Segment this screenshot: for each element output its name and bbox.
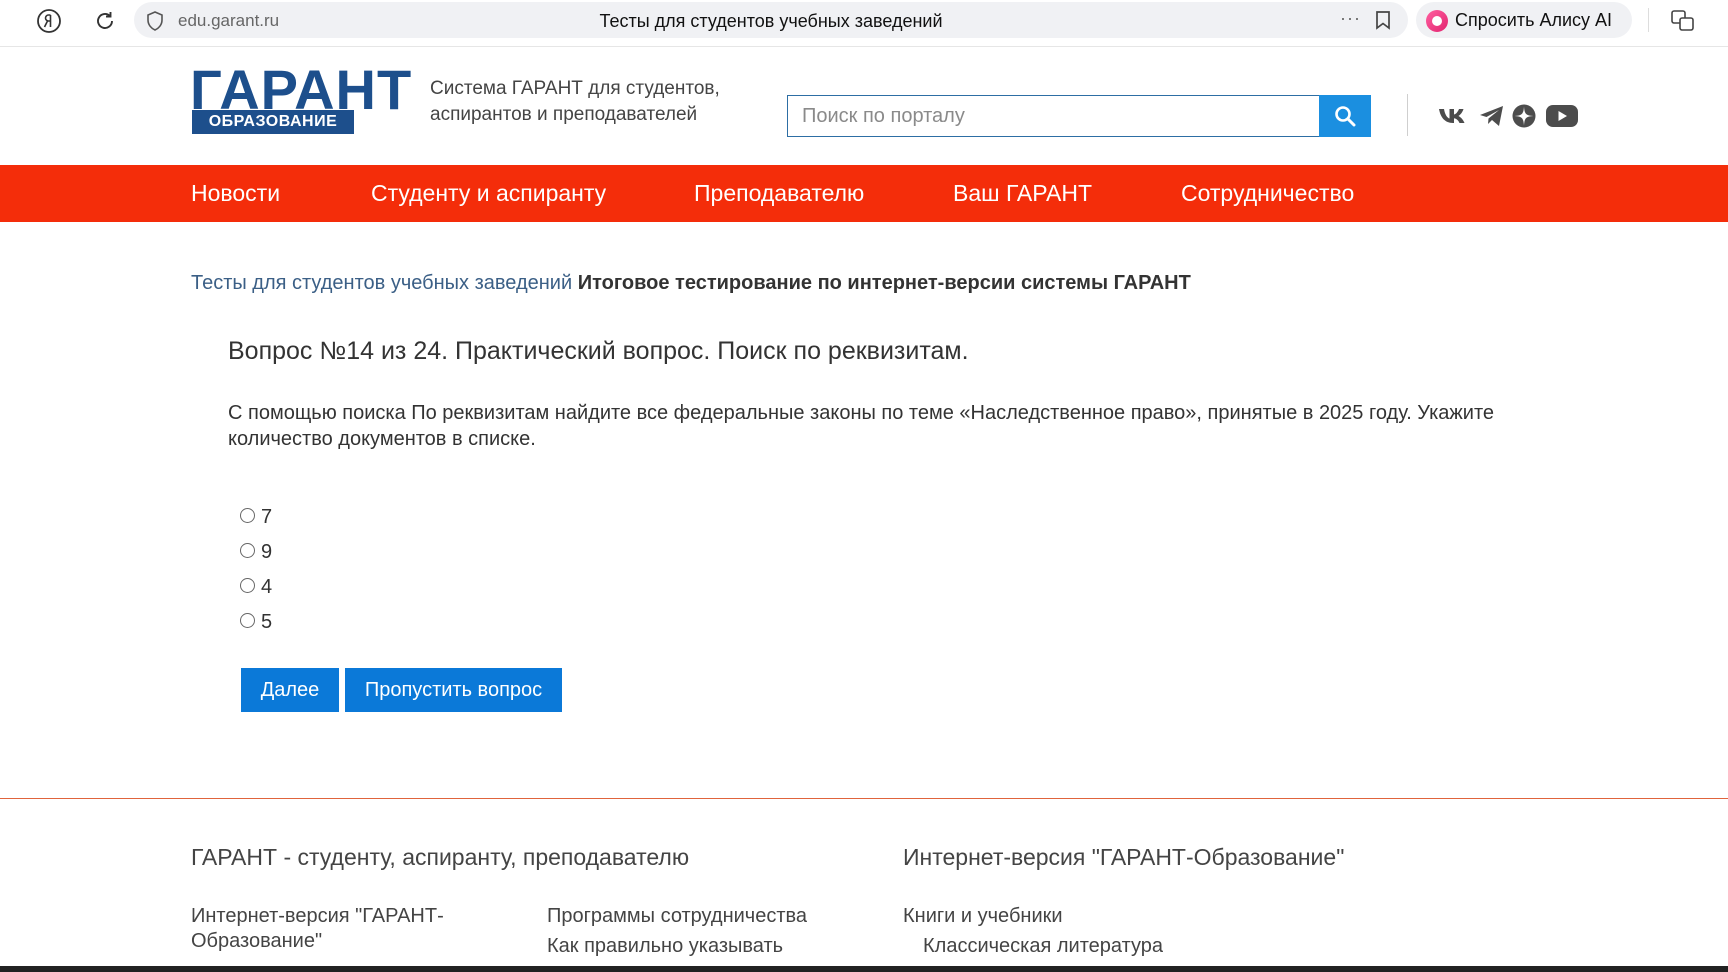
- next-button[interactable]: Далее: [241, 668, 339, 712]
- search-input[interactable]: [787, 95, 1319, 137]
- question-title: Вопрос №14 из 24. Практический вопрос. П…: [228, 337, 969, 365]
- answer-option[interactable]: 9: [240, 535, 272, 570]
- radio-button[interactable]: [240, 578, 255, 593]
- footer-heading-students: ГАРАНТ - студенту, аспиранту, преподават…: [191, 844, 690, 870]
- footer-heading-internet-version: Интернет-версия "ГАРАНТ-Образование": [903, 844, 1345, 870]
- vk-icon[interactable]: [1436, 101, 1470, 131]
- answer-option[interactable]: 7: [240, 500, 272, 535]
- breadcrumb-link-tests[interactable]: Тесты для студентов учебных заведений: [191, 272, 572, 294]
- address-bar[interactable]: edu.garant.ru Тесты для студентов учебны…: [134, 2, 1408, 38]
- browser-toolbar: edu.garant.ru Тесты для студентов учебны…: [0, 0, 1728, 47]
- site-tagline: Система ГАРАНТ для студентов, аспирантов…: [430, 78, 720, 125]
- footer-link[interactable]: Книги и учебники: [903, 904, 1063, 929]
- footer-divider: [0, 798, 1728, 799]
- translate-icon[interactable]: [1668, 6, 1698, 36]
- garant-logo[interactable]: ГАРАНТ ОБРАЗОВАНИЕ: [190, 58, 413, 136]
- skip-question-button[interactable]: Пропустить вопрос: [345, 668, 562, 712]
- answer-option[interactable]: 5: [240, 605, 272, 640]
- logo-main-text: ГАРАНТ: [190, 58, 413, 121]
- telegram-icon[interactable]: [1475, 101, 1509, 131]
- radio-button[interactable]: [240, 543, 255, 558]
- answer-option[interactable]: 4: [240, 570, 272, 605]
- yandex-icon[interactable]: [34, 6, 64, 36]
- site-search: [787, 95, 1371, 137]
- footer-link[interactable]: Программы сотрудничества: [547, 904, 807, 929]
- nav-your-garant[interactable]: Ваш ГАРАНТ: [953, 165, 1092, 222]
- radio-button[interactable]: [240, 613, 255, 628]
- search-icon: [1335, 106, 1356, 127]
- breadcrumb-current: Итоговое тестирование по интернет-версии…: [577, 272, 1191, 294]
- footer-link[interactable]: Классическая литература: [923, 934, 1163, 959]
- nav-cooperation[interactable]: Сотрудничество: [1181, 165, 1354, 222]
- answer-options: 7 9 4 5: [240, 500, 272, 640]
- search-button[interactable]: [1319, 95, 1371, 137]
- question-text: С помощью поиска По реквизитам найдите в…: [228, 402, 1495, 450]
- toolbar-divider: [1648, 8, 1649, 32]
- ask-alice-label: Спросить Алису AI: [1455, 10, 1613, 30]
- header-divider: [1407, 94, 1408, 136]
- answer-option-label: 4: [261, 576, 273, 598]
- bookmark-icon[interactable]: [1374, 10, 1392, 35]
- answer-option-label: 7: [261, 506, 273, 528]
- reload-icon[interactable]: [90, 6, 120, 36]
- footer-link[interactable]: Как правильно указывать: [547, 934, 783, 959]
- footer-link[interactable]: Интернет-версия "ГАРАНТ-Образование": [191, 904, 491, 954]
- answer-option-label: 9: [261, 541, 273, 563]
- bottom-edge: [0, 966, 1728, 972]
- answer-option-label: 5: [261, 611, 273, 633]
- nav-news[interactable]: Новости: [191, 165, 280, 222]
- ask-alice-button[interactable]: Спросить Алису AI: [1416, 2, 1632, 38]
- logo-sub-text: ОБРАЗОВАНИЕ: [192, 110, 354, 134]
- breadcrumb: Тесты для студентов учебных заведений Ит…: [191, 272, 1191, 295]
- dzen-icon[interactable]: [1507, 101, 1541, 131]
- more-icon[interactable]: ···: [1340, 8, 1361, 29]
- alice-icon: [1426, 10, 1448, 32]
- tab-title: Тесты для студентов учебных заведений: [599, 11, 943, 31]
- youtube-icon[interactable]: [1545, 101, 1579, 131]
- main-nav: Новости Студенту и аспиранту Преподавате…: [0, 165, 1728, 222]
- nav-students[interactable]: Студенту и аспиранту: [371, 165, 606, 222]
- nav-teachers[interactable]: Преподавателю: [694, 165, 864, 222]
- radio-button[interactable]: [240, 508, 255, 523]
